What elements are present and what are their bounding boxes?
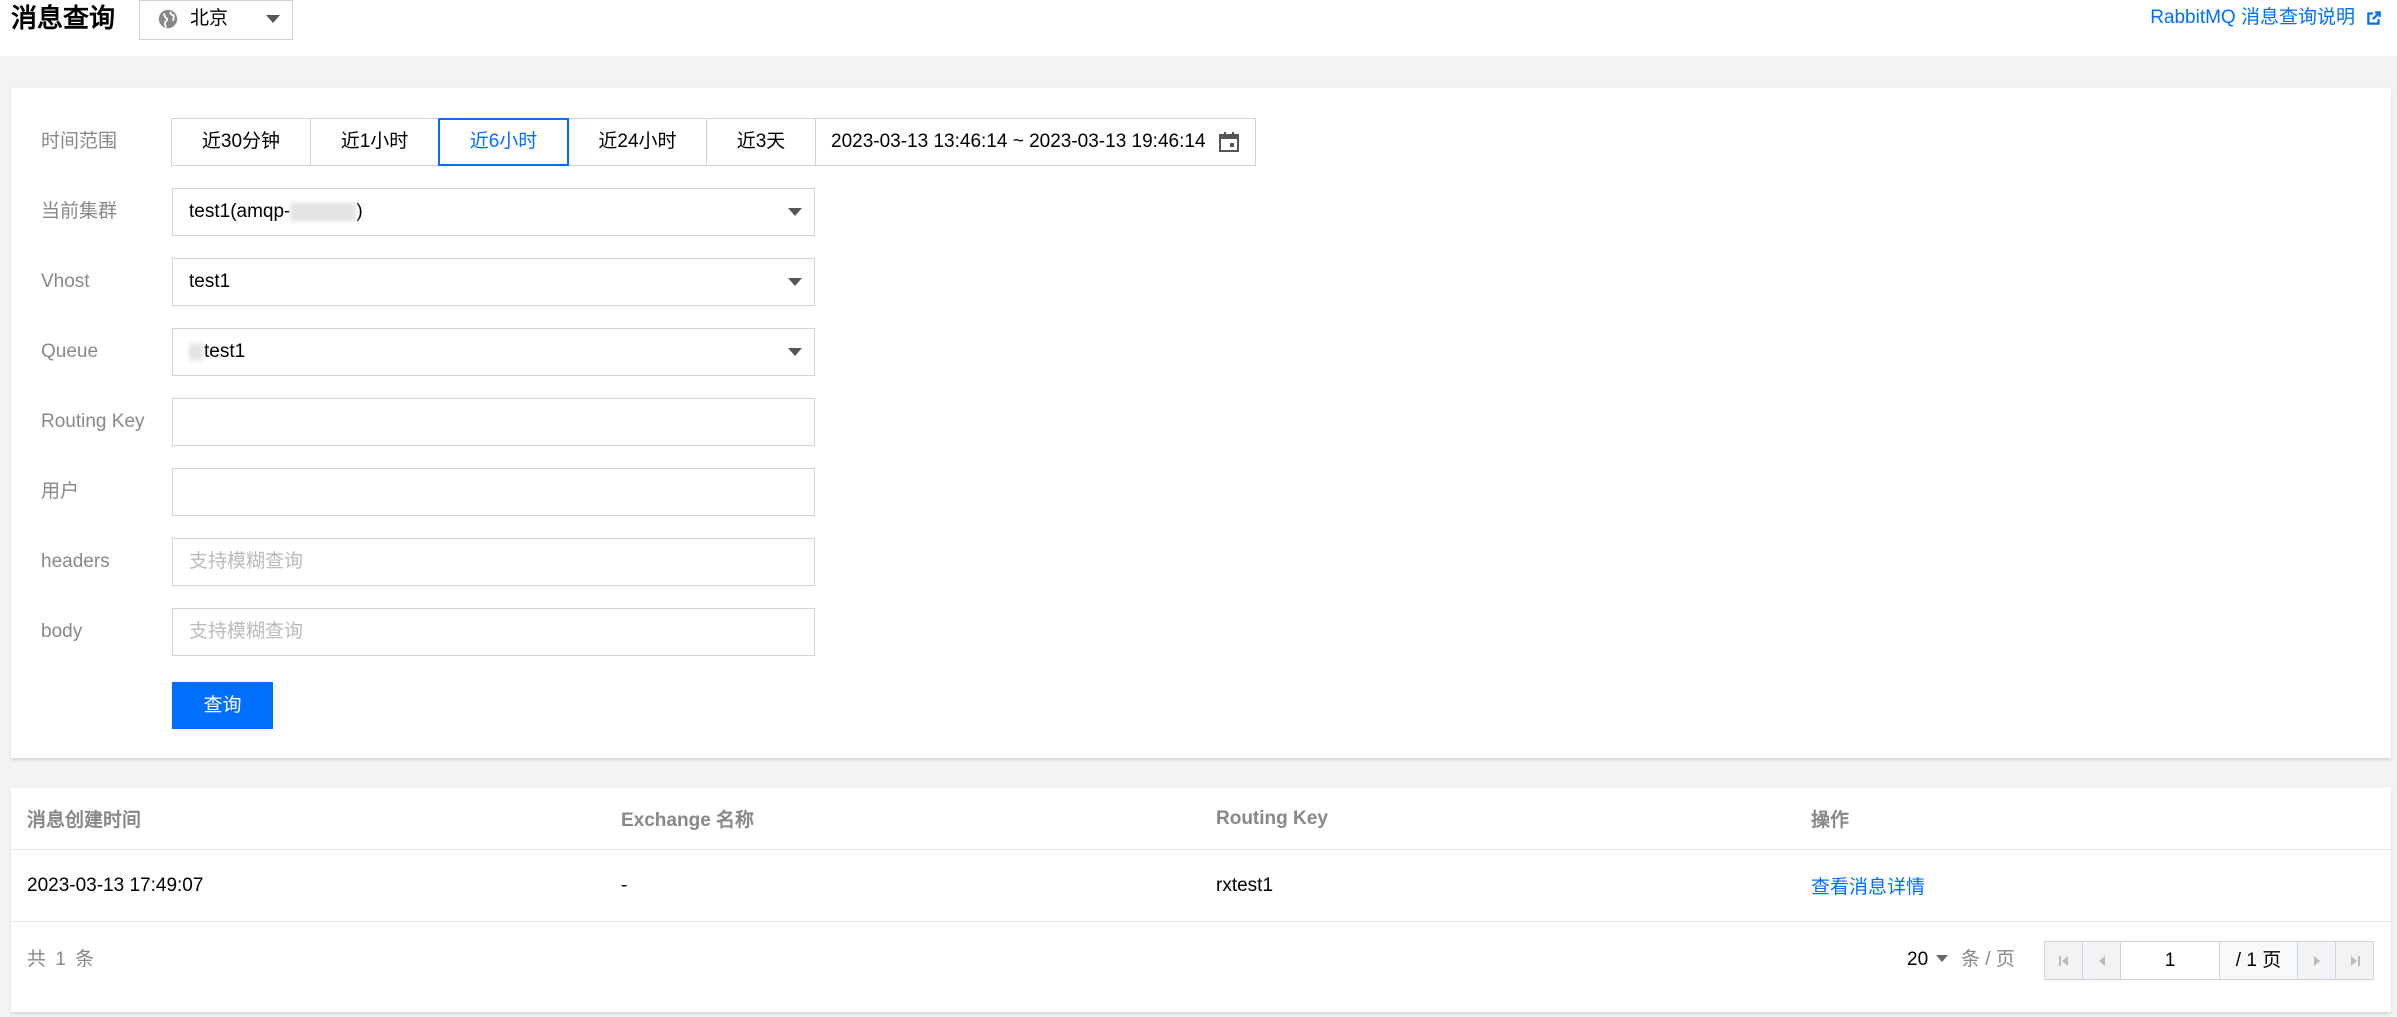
chevron-down-icon <box>788 208 802 216</box>
region-label: 北京 <box>190 8 229 29</box>
vhost-label: Vhost <box>41 271 90 292</box>
headers-label: headers <box>41 551 110 572</box>
view-detail-link[interactable]: 查看消息详情 <box>1811 872 1925 899</box>
chevron-down-icon <box>266 15 280 23</box>
vhost-select[interactable]: test1 <box>172 258 815 306</box>
routing-key-field <box>172 398 815 446</box>
column-header-created: 消息创建时间 <box>27 810 142 831</box>
routing-key-row: Routing Key <box>11 398 2391 446</box>
time-option-1h[interactable]: 近1小时 <box>310 118 439 166</box>
queue-select[interactable]: test1 <box>172 328 815 376</box>
query-form-panel: 时间范围 近30分钟 近1小时 近6小时 近24小时 近3天 2023-03-1… <box>11 88 2391 758</box>
external-link-icon <box>2367 11 2381 25</box>
cluster-select[interactable]: test1(amqp-) <box>172 188 815 236</box>
user-row: 用户 <box>11 468 2391 516</box>
vhost-row: Vhost test1 <box>11 258 2391 306</box>
redacted-text <box>290 202 357 221</box>
next-page-button[interactable] <box>2297 941 2336 980</box>
total-count: 共 1 条 <box>27 949 97 970</box>
first-page-icon <box>2058 955 2068 966</box>
page-number-input[interactable]: 1 <box>2120 941 2220 980</box>
cluster-label: 当前集群 <box>41 201 118 222</box>
table-row: 2023-03-13 17:49:07 - rxtest1 查看消息详情 <box>11 850 2391 922</box>
doc-link[interactable]: RabbitMQ 消息查询说明 <box>2150 0 2383 36</box>
chevron-down-icon <box>788 348 802 356</box>
cell-exchange: - <box>621 874 628 896</box>
column-header-exchange: Exchange 名称 <box>621 810 755 831</box>
cell-routing-key: rxtest1 <box>1216 874 1274 896</box>
time-option-30min[interactable]: 近30分钟 <box>171 118 311 166</box>
redacted-text <box>189 343 203 360</box>
time-range-group: 近30分钟 近1小时 近6小时 近24小时 近3天 2023-03-13 13:… <box>171 118 1256 166</box>
body-label: body <box>41 621 83 642</box>
user-field <box>172 468 815 516</box>
date-range-text: 2023-03-13 13:46:14 ~ 2023-03-13 19:46:1… <box>831 131 1206 152</box>
routing-key-label: Routing Key <box>41 411 145 432</box>
cell-created: 2023-03-13 17:49:07 <box>27 874 204 896</box>
time-option-6h[interactable]: 近6小时 <box>438 118 569 166</box>
next-page-icon <box>2313 955 2320 966</box>
headers-row: headers <box>11 538 2391 586</box>
query-button[interactable]: 查询 <box>172 682 273 729</box>
body-row: body <box>11 608 2391 656</box>
page-header: 消息查询 北京 RabbitMQ 消息查询说明 <box>0 0 2397 56</box>
chevron-down-icon <box>1936 955 1949 962</box>
column-header-routing-key: Routing Key <box>1216 807 1328 829</box>
headers-input[interactable] <box>173 539 814 585</box>
headers-field <box>172 538 815 586</box>
first-page-button[interactable] <box>2044 941 2083 980</box>
user-input[interactable] <box>173 469 814 515</box>
cell-actions: 查看消息详情 <box>1811 850 1925 921</box>
chevron-down-icon <box>788 278 802 286</box>
doc-link-label: RabbitMQ 消息查询说明 <box>2150 7 2355 28</box>
time-option-3d[interactable]: 近3天 <box>706 118 816 166</box>
cluster-row: 当前集群 test1(amqp-) <box>11 188 2391 236</box>
page-size-select[interactable]: 20 <box>1907 922 1949 998</box>
time-option-24h[interactable]: 近24小时 <box>568 118 707 166</box>
globe-icon <box>158 9 178 29</box>
routing-key-input[interactable] <box>173 399 814 445</box>
results-table: 消息创建时间 Exchange 名称 Routing Key 操作 2023-0… <box>11 788 2391 1012</box>
user-label: 用户 <box>41 481 80 502</box>
time-range-row: 时间范围 近30分钟 近1小时 近6小时 近24小时 近3天 2023-03-1… <box>11 118 2391 166</box>
body-input[interactable] <box>173 609 814 655</box>
queue-label: Queue <box>41 341 99 362</box>
queue-value: test1 <box>189 329 245 375</box>
prev-page-button[interactable] <box>2082 941 2121 980</box>
date-range-picker[interactable]: 2023-03-13 13:46:14 ~ 2023-03-13 19:46:1… <box>815 118 1256 166</box>
last-page-button[interactable] <box>2335 941 2374 980</box>
last-page-icon <box>2350 955 2360 966</box>
queue-row: Queue test1 <box>11 328 2391 376</box>
region-selector[interactable]: 北京 <box>139 0 293 40</box>
calendar-icon <box>1219 132 1239 152</box>
time-range-label: 时间范围 <box>41 131 118 152</box>
pagination-bar: 共 1 条 20 条 / 页 1 / 1 页 <box>11 922 2391 1012</box>
prev-page-icon <box>2098 955 2105 966</box>
vhost-value: test1 <box>189 271 231 292</box>
total-pages-label: / 1 页 <box>2219 941 2298 980</box>
per-page-label: 条 / 页 <box>1961 949 2015 970</box>
table-header: 消息创建时间 Exchange 名称 Routing Key 操作 <box>11 788 2391 850</box>
column-header-actions: 操作 <box>1811 810 1850 831</box>
page-title: 消息查询 <box>11 3 116 33</box>
pager: 1 / 1 页 <box>2044 941 2374 980</box>
cluster-value: test1(amqp-) <box>189 201 363 222</box>
body-field <box>172 608 815 656</box>
